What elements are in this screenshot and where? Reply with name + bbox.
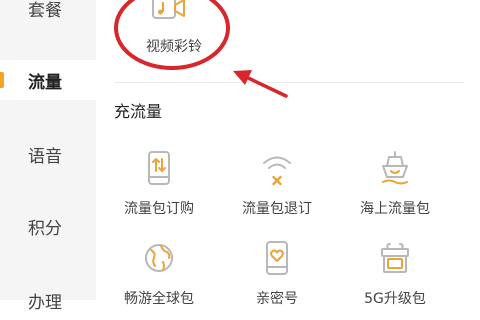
- grid-item-label: 5G升级包: [364, 291, 426, 307]
- sidebar-item-data[interactable]: 流量: [0, 60, 96, 100]
- grid-item-label: 亲密号: [256, 291, 298, 307]
- sidebar-item-label: 套餐: [28, 0, 62, 21]
- section-divider: [114, 82, 464, 83]
- video-ringtone-icon: [151, 0, 187, 20]
- grid-item-label: 海上流量包: [360, 201, 430, 217]
- sidebar-item-package[interactable]: 套餐: [0, 0, 96, 28]
- data-package-unsubscribe-button[interactable]: 流量包退订: [222, 150, 332, 222]
- sidebar-item-label: 流量: [28, 72, 62, 93]
- sidebar-item-handle[interactable]: 办理: [0, 280, 96, 320]
- wifi-cancel-icon: [261, 150, 293, 186]
- sidebar-item-points[interactable]: 积分: [0, 206, 96, 246]
- sidebar-item-label: 积分: [28, 218, 62, 239]
- video-ringtone-button[interactable]: 视频彩铃: [126, 0, 222, 62]
- sidebar-item-label: 语音: [28, 146, 62, 167]
- grid-item-label: 流量包退订: [242, 201, 312, 217]
- 5g-upgrade-package-button[interactable]: 5G升级包: [340, 240, 450, 312]
- intimate-number-button[interactable]: 亲密号: [222, 240, 332, 312]
- globe-icon: [143, 240, 175, 276]
- section-title: 充流量: [114, 102, 163, 121]
- gift-5g-icon: [379, 240, 411, 276]
- sidebar: 套餐 流量 语音 积分 办理: [0, 0, 96, 313]
- sidebar-item-label: 办理: [28, 292, 62, 313]
- phone-heart-icon: [261, 240, 293, 276]
- ship-icon: [379, 150, 411, 186]
- global-roaming-package-button[interactable]: 畅游全球包: [104, 240, 214, 312]
- grid-item-label: 流量包订购: [124, 201, 194, 217]
- phone-data-icon: [143, 150, 175, 186]
- video-ringtone-label: 视频彩铃: [146, 39, 202, 55]
- maritime-data-package-button[interactable]: 海上流量包: [340, 150, 450, 222]
- sidebar-item-voice[interactable]: 语音: [0, 134, 96, 174]
- data-package-order-button[interactable]: 流量包订购: [104, 150, 214, 222]
- main-content: 视频彩铃 充流量 流量包订购 流量包退订 海上流量包 畅游全球包 亲密号 5G升…: [96, 0, 480, 307]
- grid-item-label: 畅游全球包: [124, 291, 194, 307]
- active-indicator: [0, 72, 4, 88]
